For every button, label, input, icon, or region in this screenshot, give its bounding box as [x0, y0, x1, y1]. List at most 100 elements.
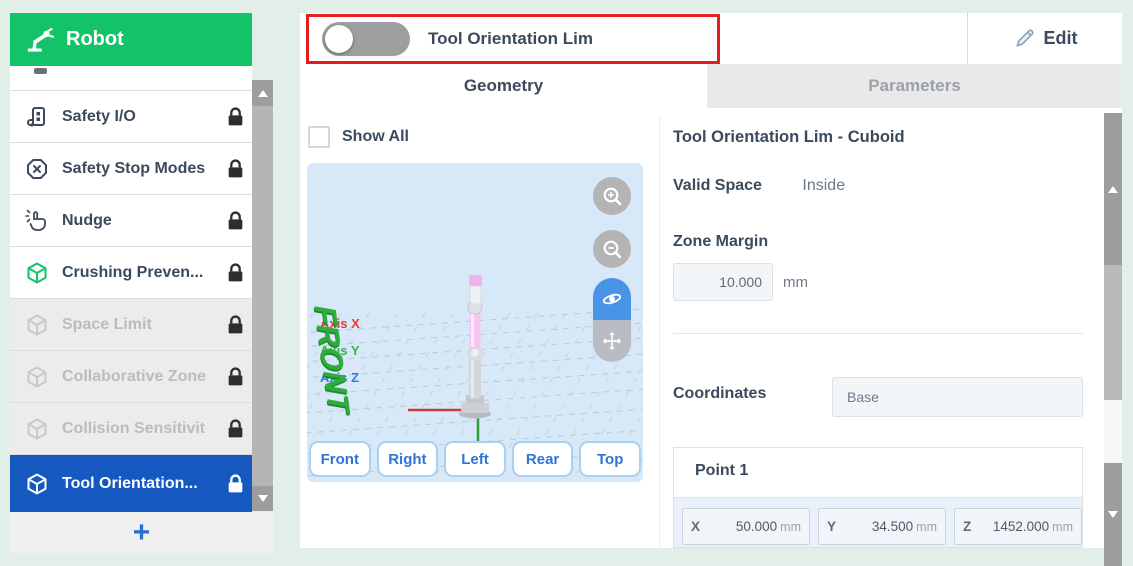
zone-header-bar: Tool Orientation Lim Edit: [300, 13, 1122, 65]
coordinate-value: 1452.000: [971, 519, 1049, 534]
sidebar-item-label: Safety Stop Modes: [62, 160, 215, 178]
show-all-control[interactable]: Show All: [308, 125, 409, 149]
view-front-button[interactable]: Front: [309, 441, 371, 477]
pencil-icon: [1013, 27, 1036, 50]
cube-icon: [24, 471, 50, 497]
axis-letter: X: [691, 519, 700, 534]
partial-list-item: [10, 66, 252, 91]
add-zone-row: +: [10, 512, 273, 553]
triangle-down-icon: [258, 495, 268, 502]
tab-bar: Geometry Parameters: [300, 64, 1122, 108]
main-panel: Tool Orientation Lim Edit Geometry Param…: [300, 13, 1122, 548]
tab-label: Geometry: [464, 76, 543, 96]
panel-scroll-down-button[interactable]: [1104, 463, 1122, 566]
edit-button-label: Edit: [1044, 28, 1078, 49]
sidebar-item-label: Crushing Preven...: [62, 264, 215, 282]
lock-icon: [227, 474, 244, 494]
show-all-label: Show All: [342, 128, 409, 146]
nudge-hand-icon: [24, 208, 50, 234]
lock-icon: [227, 263, 244, 283]
zone-margin-label: Zone Margin: [673, 233, 768, 251]
panel-divider: [659, 115, 660, 548]
view-top-button[interactable]: Top: [579, 441, 641, 477]
view-mode-pill: [593, 278, 631, 362]
point-coordinates-row: X 50.000 mm Y 34.500 mm Z 1452.000 mm: [674, 497, 1082, 547]
sidebar-item-label: Collision Sensitivit: [62, 420, 215, 438]
magnifier-plus-icon: [601, 185, 624, 208]
unit-label: mm: [1052, 520, 1073, 534]
zoom-out-button[interactable]: [593, 230, 631, 268]
triangle-down-icon: [1108, 511, 1118, 518]
rotate-view-button[interactable]: [593, 278, 631, 320]
sidebar-nav: Safety I/O Safety Stop Modes: [10, 66, 252, 512]
sidebar-scroll-up-button[interactable]: [252, 80, 273, 106]
panel-scrollbar-thumb[interactable]: [1104, 265, 1122, 400]
lock-icon: [227, 419, 244, 439]
point1-z-field[interactable]: Z 1452.000 mm: [954, 508, 1082, 545]
sidebar-item-label: Collaborative Zone: [62, 368, 215, 386]
tab-parameters[interactable]: Parameters: [707, 64, 1122, 108]
point1-x-field[interactable]: X 50.000 mm: [682, 508, 810, 545]
point1-y-field[interactable]: Y 34.500 mm: [818, 508, 946, 545]
sidebar-item-safety-stop-modes[interactable]: Safety Stop Modes: [10, 143, 252, 195]
unit-label: mm: [916, 520, 937, 534]
coordinates-select[interactable]: Base: [832, 377, 1083, 417]
section-divider: [673, 333, 1083, 334]
sidebar-item-label: Tool Orientation...: [62, 475, 215, 493]
sidebar-item-collision-sensitivity[interactable]: Collision Sensitivit: [10, 403, 252, 455]
zoom-in-button[interactable]: [593, 177, 631, 215]
view-right-button[interactable]: Right: [377, 441, 439, 477]
cube-icon: [24, 260, 50, 286]
sidebar-item-crushing-prevention[interactable]: Crushing Preven...: [10, 247, 252, 299]
sidebar-scrollbar[interactable]: [252, 106, 273, 486]
view-rear-button[interactable]: Rear: [512, 441, 574, 477]
coordinates-label: Coordinates: [673, 385, 766, 403]
lock-icon: [227, 107, 244, 127]
zone-margin-unit: mm: [783, 263, 808, 301]
robot-safety-screen: Robot Safety I/O: [0, 0, 1133, 566]
stop-octagon-icon: [24, 156, 50, 182]
panel-scroll-up-button[interactable]: [1104, 113, 1122, 265]
cube-icon: [24, 416, 50, 442]
sidebar-item-tool-orientation[interactable]: Tool Orientation...: [10, 455, 252, 512]
panel-scrollbar-track[interactable]: [1104, 400, 1122, 463]
valid-space-label: Valid Space: [673, 177, 762, 194]
zone-margin-input[interactable]: 10.000: [673, 263, 773, 301]
triangle-up-icon: [1108, 186, 1118, 193]
sidebar-scroll-down-button[interactable]: [252, 486, 273, 511]
zone-type-title: Tool Orientation Lim - Cuboid: [673, 128, 905, 147]
orbit-icon: [600, 287, 624, 311]
triangle-up-icon: [258, 90, 268, 97]
sidebar-item-label: Nudge: [62, 212, 215, 230]
lock-icon: [227, 367, 244, 387]
axis-letter: Z: [963, 519, 971, 534]
pan-arrows-icon: [601, 330, 623, 352]
lock-icon: [227, 315, 244, 335]
view-buttons-row: Front Right Left Rear Top: [309, 441, 641, 477]
sidebar-item-label: Space Limit: [62, 316, 215, 334]
sidebar-item-collaborative-zone[interactable]: Collaborative Zone: [10, 351, 252, 403]
checkbox-icon[interactable]: [308, 126, 330, 148]
sidebar-item-space-limit[interactable]: Space Limit: [10, 299, 252, 351]
cube-icon: [24, 312, 50, 338]
tab-geometry[interactable]: Geometry: [300, 64, 707, 108]
unit-label: mm: [780, 520, 801, 534]
axis-letter: Y: [827, 519, 836, 534]
sidebar-item-nudge[interactable]: Nudge: [10, 195, 252, 247]
add-button[interactable]: +: [133, 518, 151, 548]
pan-view-button[interactable]: [593, 320, 631, 362]
robot-arm-icon: [24, 25, 54, 55]
annotation-red-box: [306, 14, 720, 64]
point-title: Point 1: [695, 462, 748, 480]
edit-button[interactable]: Edit: [968, 13, 1122, 64]
3d-viewer[interactable]: Axis X Axis Y Axis Z FRONT: [307, 163, 643, 482]
view-left-button[interactable]: Left: [444, 441, 506, 477]
coordinate-value: 34.500: [836, 519, 913, 534]
sidebar-item-safety-io[interactable]: Safety I/O: [10, 91, 252, 143]
coordinate-value: 50.000: [700, 519, 777, 534]
clipped-icon: [34, 68, 47, 74]
lock-icon: [227, 211, 244, 231]
magnifier-minus-icon: [601, 238, 624, 261]
app-title: Robot: [66, 28, 124, 51]
tab-label: Parameters: [868, 76, 961, 96]
